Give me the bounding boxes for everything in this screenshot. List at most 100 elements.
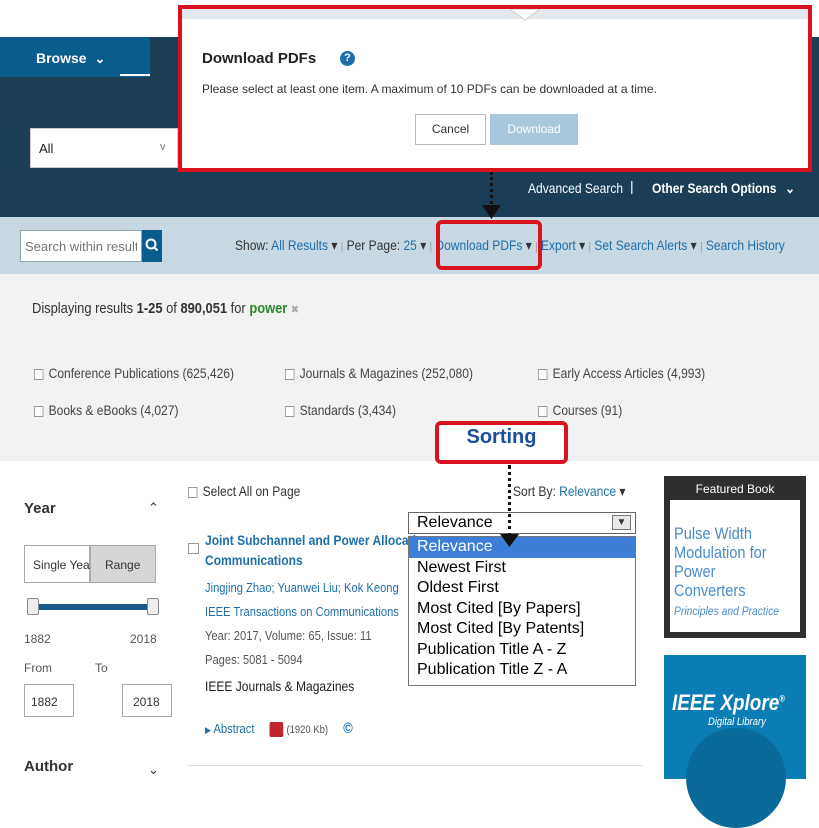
advanced-search-link[interactable]: Advanced Search bbox=[528, 180, 623, 196]
result-checkbox[interactable] bbox=[188, 543, 199, 555]
caret-down-icon: ▾ bbox=[579, 237, 586, 253]
sort-by-control[interactable]: Sort By: Relevance ▾ bbox=[513, 483, 625, 500]
modal-pointer-icon bbox=[510, 9, 540, 21]
chevron-up-icon[interactable]: ⌃ bbox=[148, 500, 159, 516]
summary-prefix: Displaying results bbox=[32, 300, 134, 317]
search-within-results-input[interactable] bbox=[20, 230, 142, 262]
facet-item[interactable]: Early Access Articles (4,993) bbox=[538, 365, 705, 381]
pipe-separator: | bbox=[588, 241, 591, 253]
to-year-input[interactable]: 2018 bbox=[122, 684, 172, 717]
facet-label: Journals & Magazines (252,080) bbox=[299, 365, 473, 381]
expand-triangle-icon[interactable]: ▶ bbox=[205, 725, 211, 735]
search-history-link[interactable]: Search History bbox=[706, 237, 785, 253]
summary-range: 1-25 bbox=[136, 300, 163, 317]
checkbox[interactable] bbox=[285, 368, 295, 380]
browse-label: Browse bbox=[36, 50, 87, 66]
show-label: Show: bbox=[235, 237, 269, 253]
caret-down-icon: ▾ bbox=[420, 237, 427, 253]
chevron-down-icon[interactable]: ⌄ bbox=[148, 762, 159, 778]
sort-option[interactable]: Publication Title Z - A bbox=[409, 660, 635, 681]
pdf-icon[interactable] bbox=[269, 722, 284, 738]
xplore-logo-text: IEEE Xplore® bbox=[672, 690, 785, 716]
checkbox[interactable] bbox=[34, 368, 44, 380]
export-link[interactable]: Export bbox=[541, 237, 576, 253]
result-publication[interactable]: IEEE Transactions on Communications bbox=[205, 604, 399, 619]
per-page-label: Per Page: bbox=[346, 237, 401, 253]
download-button[interactable]: Download bbox=[490, 114, 578, 145]
other-search-label: Other Search Options bbox=[652, 180, 777, 196]
clear-query-icon[interactable]: ✖ bbox=[291, 304, 299, 316]
other-search-options-link[interactable]: Other Search Options ⌄ bbox=[652, 180, 795, 197]
result-year-volume: Year: 2017, Volume: 65, Issue: 11 bbox=[205, 628, 372, 643]
chevron-down-icon: v bbox=[160, 141, 166, 153]
facet-item[interactable]: Standards (3,434) bbox=[285, 402, 396, 418]
slider-handle-max[interactable] bbox=[147, 598, 159, 615]
facet-item[interactable]: Journals & Magazines (252,080) bbox=[285, 365, 473, 381]
result-checkbox-wrap bbox=[188, 540, 205, 558]
facet-label: Books & eBooks (4,027) bbox=[48, 402, 179, 418]
facet-item[interactable]: Conference Publications (625,426) bbox=[34, 365, 234, 381]
sort-by-label: Sort By: bbox=[513, 483, 556, 499]
facet-item[interactable]: Books & eBooks (4,027) bbox=[34, 402, 178, 418]
xplore-subtitle: Digital Library bbox=[708, 716, 766, 728]
copyright-icon[interactable]: © bbox=[343, 720, 353, 737]
sort-option[interactable]: Most Cited [By Papers] bbox=[409, 599, 635, 620]
header-separator: | bbox=[630, 178, 634, 194]
select-all-label: Select All on Page bbox=[202, 483, 301, 499]
year-slider-track[interactable] bbox=[32, 604, 154, 610]
select-all-on-page[interactable]: Select All on Page bbox=[188, 483, 300, 499]
per-page-dropdown[interactable]: 25 ▾ bbox=[403, 237, 426, 253]
browse-tab[interactable]: Browse ⌄ bbox=[0, 37, 150, 77]
caret-down-icon: ▾ bbox=[619, 483, 626, 499]
year-filter-title[interactable]: Year bbox=[24, 500, 56, 517]
set-search-alerts-link[interactable]: Set Search Alerts bbox=[594, 237, 687, 253]
result-divider bbox=[188, 765, 643, 766]
author-filter-title[interactable]: Author bbox=[24, 758, 73, 775]
facet-label: Early Access Articles (4,993) bbox=[552, 365, 706, 381]
result-title-line: Communications bbox=[205, 552, 303, 568]
pdf-size: (1920 Kb) bbox=[286, 724, 329, 736]
dropdown-arrow-icon[interactable]: ▼ bbox=[612, 515, 631, 530]
result-authors[interactable]: Jingjing Zhao; Yuanwei Liu; Kok Keong bbox=[205, 580, 399, 595]
checkbox[interactable] bbox=[538, 405, 548, 417]
cancel-button[interactable]: Cancel bbox=[415, 114, 486, 145]
search-button[interactable] bbox=[142, 230, 162, 262]
show-value: All Results bbox=[271, 237, 329, 253]
xplore-registered: ® bbox=[779, 693, 785, 704]
max-year-label: 2018 bbox=[130, 632, 157, 646]
sort-option[interactable]: Relevance bbox=[409, 537, 635, 558]
scope-value: All bbox=[39, 141, 54, 156]
show-filter-dropdown[interactable]: All Results ▾ bbox=[271, 237, 337, 253]
checkbox[interactable] bbox=[538, 368, 548, 380]
checkbox[interactable] bbox=[285, 405, 295, 417]
single-year-tab[interactable]: Single Year bbox=[24, 545, 94, 583]
help-icon[interactable]: ? bbox=[340, 51, 355, 66]
facet-label: Standards (3,434) bbox=[299, 402, 397, 418]
summary-query: power bbox=[249, 300, 288, 317]
pipe-separator: | bbox=[340, 241, 344, 253]
min-year-label: 1882 bbox=[24, 632, 51, 646]
range-tab[interactable]: Range bbox=[90, 545, 156, 583]
checkbox[interactable] bbox=[188, 486, 198, 498]
facet-item[interactable]: Courses (91) bbox=[538, 402, 622, 418]
modal-message: Please select at least one item. A maxim… bbox=[202, 82, 657, 96]
sort-option[interactable]: Most Cited [By Patents] bbox=[409, 619, 635, 640]
sort-select[interactable]: Relevance bbox=[408, 512, 636, 534]
result-actions: ▶ Abstract (1920 Kb) © bbox=[205, 720, 353, 738]
per-page-value: 25 bbox=[403, 237, 417, 253]
sort-by-value: Relevance bbox=[559, 483, 617, 499]
sort-option[interactable]: Publication Title A - Z bbox=[409, 640, 635, 661]
abstract-link[interactable]: Abstract bbox=[213, 721, 254, 736]
sort-option[interactable]: Newest First bbox=[409, 558, 635, 579]
featured-book-subtitle: Principles and Practice bbox=[674, 604, 779, 618]
to-label: To bbox=[95, 661, 108, 675]
arrow-down-icon bbox=[500, 534, 519, 547]
download-pdfs-highlight bbox=[436, 220, 542, 270]
slider-handle-min[interactable] bbox=[27, 598, 39, 615]
featured-book-label: Featured Book bbox=[695, 482, 775, 496]
result-title-link[interactable]: Joint Subchannel and Power Allocati Comm… bbox=[205, 530, 416, 570]
from-year-input[interactable]: 1882 bbox=[24, 684, 74, 717]
sort-option[interactable]: Oldest First bbox=[409, 578, 635, 599]
checkbox[interactable] bbox=[34, 405, 44, 417]
search-scope-select[interactable]: All bbox=[30, 128, 178, 168]
